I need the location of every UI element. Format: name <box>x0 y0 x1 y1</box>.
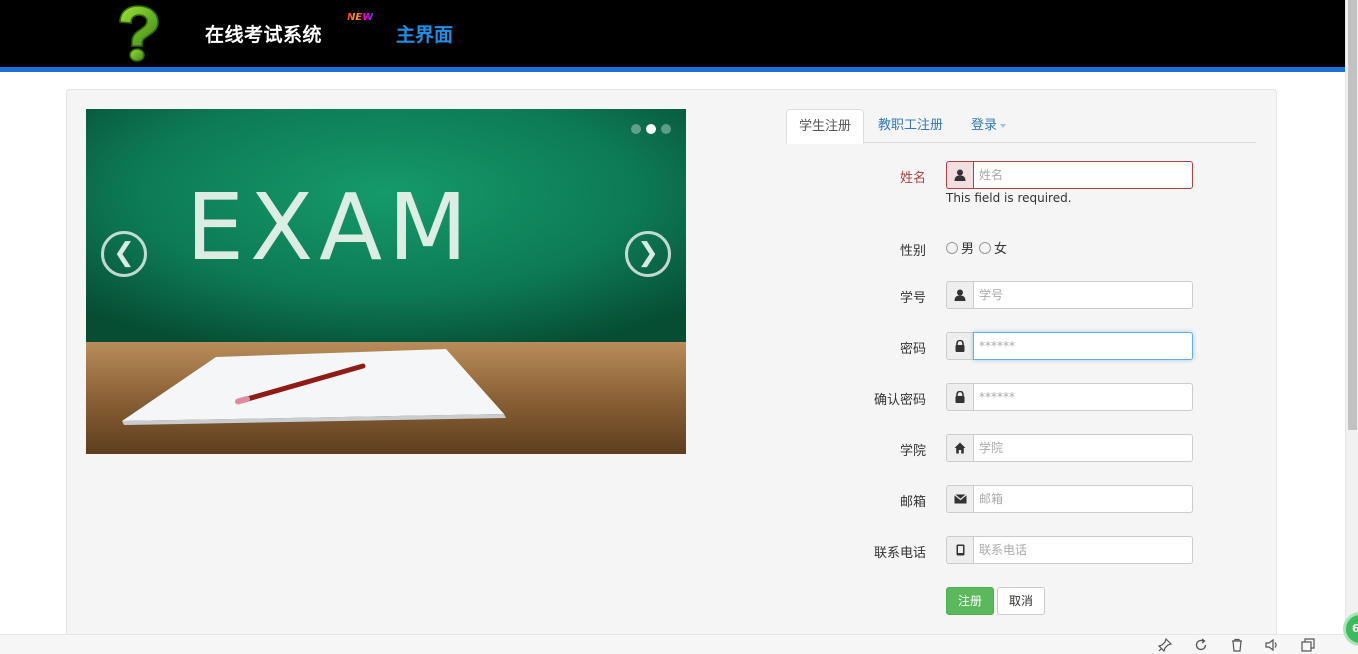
tab-student-register[interactable]: 学生注册 <box>786 109 865 144</box>
form-row-college: 学院 <box>786 434 1256 462</box>
name-label: 姓名 <box>899 171 926 186</box>
password-input[interactable] <box>973 332 1193 360</box>
name-input[interactable] <box>973 161 1193 189</box>
lock-icon <box>946 332 973 360</box>
new-badge: NEW <box>347 12 374 23</box>
email-input[interactable] <box>973 485 1193 513</box>
form-row-phone: 联系电话 <box>786 536 1256 564</box>
carousel-dot-3[interactable] <box>661 124 671 134</box>
carousel-dot-2[interactable] <box>646 124 656 134</box>
gender-male-label: 男 <box>961 242 975 257</box>
confirm-password-input[interactable] <box>973 383 1193 411</box>
gender-female-label: 女 <box>994 242 1008 257</box>
register-button[interactable]: 注册 <box>946 587 994 615</box>
gender-radio-group: 男 女 <box>946 238 1012 257</box>
envelope-icon <box>946 485 973 513</box>
user-icon <box>946 281 973 309</box>
registration-tabs: 学生注册 教职工注册 登录 <box>786 109 1256 144</box>
email-label: 邮箱 <box>899 495 926 510</box>
password-input-group <box>946 332 1193 360</box>
caret-down-icon <box>1000 123 1007 128</box>
carousel-slide-image: EXAM <box>86 109 686 454</box>
gender-label: 性别 <box>899 244 926 259</box>
form-row-gender: 性别 男 女 <box>786 234 1256 262</box>
confirm-password-input-group <box>946 383 1193 411</box>
question-mark-logo-icon[interactable] <box>112 4 162 62</box>
carousel-indicators <box>631 124 671 134</box>
student-id-label: 学号 <box>899 291 926 306</box>
form-row-email: 邮箱 <box>786 485 1256 513</box>
phone-input-group <box>946 536 1193 564</box>
bottom-toolbar <box>0 634 1358 654</box>
scrollbar-thumb[interactable] <box>1348 0 1357 430</box>
pin-icon[interactable] <box>1157 637 1173 653</box>
top-navbar: 在线考试系统 NEW 主界面 <box>0 0 1345 72</box>
page-scrollbar[interactable] <box>1345 0 1358 634</box>
volume-icon[interactable] <box>1264 638 1280 652</box>
college-input-group <box>946 434 1193 462</box>
form-row-name: 姓名 <box>786 161 1256 189</box>
refresh-icon[interactable] <box>1193 638 1209 652</box>
name-input-group <box>946 161 1193 189</box>
form-row-confirm-password: 确认密码 <box>786 383 1256 411</box>
tab-staff-register[interactable]: 教职工注册 <box>866 109 955 143</box>
college-label: 学院 <box>899 444 926 459</box>
chalk-exam-text: EXAM <box>186 174 473 281</box>
carousel-prev-button[interactable]: ❮ <box>101 231 147 277</box>
name-error-message: This field is required. <box>946 191 1072 205</box>
tab-label: 学生注册 <box>799 119 852 134</box>
form-row-student-id: 学号 <box>786 281 1256 309</box>
student-id-input-group <box>946 281 1193 309</box>
window-icon[interactable] <box>1300 638 1316 652</box>
exam-carousel: EXAM ❮ ❯ <box>86 109 686 454</box>
email-input-group <box>946 485 1193 513</box>
phone-input[interactable] <box>973 536 1193 564</box>
tab-login-dropdown[interactable]: 登录 <box>959 109 1018 143</box>
tab-label: 登录 <box>971 118 998 133</box>
cancel-button[interactable]: 取消 <box>997 587 1045 615</box>
brand-title[interactable]: 在线考试系统 <box>205 20 322 47</box>
gender-female-radio[interactable] <box>979 241 992 254</box>
confirm-password-label: 确认密码 <box>873 393 926 408</box>
college-input[interactable] <box>973 434 1193 462</box>
lock-icon <box>946 383 973 411</box>
carousel-dot-1[interactable] <box>631 124 641 134</box>
nav-home-link[interactable]: 主界面 <box>396 20 453 47</box>
carousel-next-button[interactable]: ❯ <box>625 231 671 277</box>
form-row-password: 密码 <box>786 332 1256 360</box>
home-icon <box>946 434 973 462</box>
tab-label: 教职工注册 <box>878 118 944 133</box>
password-label: 密码 <box>899 342 926 357</box>
gender-male-radio[interactable] <box>946 241 958 254</box>
user-icon <box>946 161 973 189</box>
phone-icon <box>946 536 973 564</box>
phone-label: 联系电话 <box>873 546 926 561</box>
student-id-input[interactable] <box>973 281 1193 309</box>
trash-icon[interactable] <box>1229 638 1245 652</box>
